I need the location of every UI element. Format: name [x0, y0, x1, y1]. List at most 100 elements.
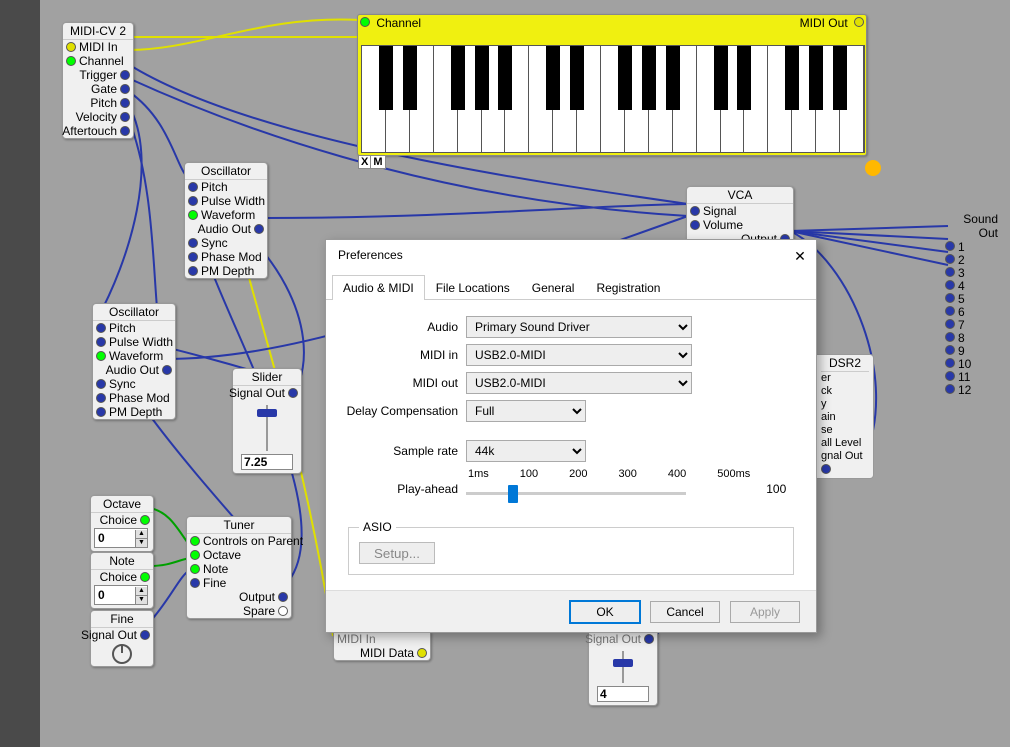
- note-choice-port[interactable]: [140, 572, 150, 582]
- tuner-note-port[interactable]: [190, 564, 200, 574]
- sound-out-port-4[interactable]: [945, 280, 955, 290]
- osc1-waveform-port[interactable]: [188, 210, 198, 220]
- dsr2-module[interactable]: DSR2 er ck y ain se all Level gnal Out: [816, 354, 874, 479]
- black-key[interactable]: [809, 46, 823, 110]
- oscillator1-module[interactable]: Oscillator Pitch Pulse Width Waveform Au…: [184, 162, 268, 279]
- black-key[interactable]: [475, 46, 489, 110]
- dsr2-signal-out-port[interactable]: [821, 464, 831, 474]
- osc1-phasemod-port[interactable]: [188, 252, 198, 262]
- black-key[interactable]: [546, 46, 560, 110]
- sound-out-port-1[interactable]: [945, 241, 955, 251]
- midi-data-port[interactable]: [417, 648, 427, 658]
- osc1-pmdepth-port[interactable]: [188, 266, 198, 276]
- ok-button[interactable]: OK: [570, 601, 640, 623]
- midicv2-gate-port[interactable]: [120, 84, 130, 94]
- sound-out-port-2[interactable]: [945, 254, 955, 264]
- osc1-pw-port[interactable]: [188, 196, 198, 206]
- keyboard-module[interactable]: Channel MIDI Out XM: [357, 14, 867, 156]
- black-key[interactable]: [714, 46, 728, 110]
- osc1-pitch-port[interactable]: [188, 182, 198, 192]
- fine-module[interactable]: Fine Signal Out: [90, 610, 154, 667]
- slider2-slider[interactable]: [603, 649, 643, 685]
- slider2-value[interactable]: 4: [597, 686, 649, 702]
- sound-out-port-11[interactable]: [945, 371, 955, 381]
- sound-out-port-10[interactable]: [945, 358, 955, 368]
- tuner-output-port[interactable]: [278, 592, 288, 602]
- midicv2-pitch-port[interactable]: [120, 98, 130, 108]
- vca-signal-port[interactable]: [690, 206, 700, 216]
- black-key[interactable]: [785, 46, 799, 110]
- midi-input-module[interactable]: MIDI In MIDI Data: [333, 632, 431, 661]
- vca-volume-port[interactable]: [690, 220, 700, 230]
- tab-audio-midi[interactable]: Audio & MIDI: [332, 275, 425, 300]
- keyboard-xm-buttons[interactable]: XM: [358, 155, 386, 169]
- black-key[interactable]: [570, 46, 584, 110]
- play-ahead-slider[interactable]: [466, 482, 686, 506]
- midicv2-midi-in-port[interactable]: [66, 42, 76, 52]
- black-key[interactable]: [642, 46, 656, 110]
- sample-rate-select[interactable]: 44k: [466, 440, 586, 462]
- osc2-waveform-port[interactable]: [96, 351, 106, 361]
- osc2-pmdepth-port[interactable]: [96, 407, 106, 417]
- midicv2-trigger-port[interactable]: [120, 70, 130, 80]
- midi-in-select[interactable]: USB2.0-MIDI: [466, 344, 692, 366]
- black-key[interactable]: [498, 46, 512, 110]
- sound-out-port-12[interactable]: [945, 384, 955, 394]
- cancel-button[interactable]: Cancel: [650, 601, 720, 623]
- slider2-module[interactable]: Signal Out 4: [588, 632, 658, 706]
- midicv2-channel-port[interactable]: [66, 56, 76, 66]
- tab-general[interactable]: General: [521, 275, 586, 300]
- black-key[interactable]: [451, 46, 465, 110]
- vca-module[interactable]: VCA Signal Volume Output: [686, 186, 794, 247]
- close-icon[interactable]: ✕: [790, 246, 810, 266]
- black-key[interactable]: [618, 46, 632, 110]
- slider1-module[interactable]: Slider Signal Out 7.25: [232, 368, 302, 474]
- midi-out-select[interactable]: USB2.0-MIDI: [466, 372, 692, 394]
- midi-cv2-module[interactable]: MIDI-CV 2 MIDI In Channel Trigger Gate P…: [62, 22, 134, 139]
- osc2-pitch-port[interactable]: [96, 323, 106, 333]
- tab-registration[interactable]: Registration: [585, 275, 671, 300]
- black-key[interactable]: [666, 46, 680, 110]
- octave-module[interactable]: Octave Choice 0 ▲▼: [90, 495, 154, 552]
- tuner-cop-port[interactable]: [190, 536, 200, 546]
- osc2-phasemod-port[interactable]: [96, 393, 106, 403]
- keyboard-keys[interactable]: [361, 45, 865, 153]
- fine-out-port[interactable]: [140, 630, 150, 640]
- osc1-audio-out-port[interactable]: [254, 224, 264, 234]
- tab-file-locations[interactable]: File Locations: [425, 275, 521, 300]
- note-value[interactable]: 0 ▲▼: [94, 585, 148, 605]
- fine-knob[interactable]: [112, 644, 132, 664]
- oscillator2-module[interactable]: Oscillator Pitch Pulse Width Waveform Au…: [92, 303, 176, 420]
- sound-out-port-5[interactable]: [945, 293, 955, 303]
- slider1-value[interactable]: 7.25: [241, 454, 293, 470]
- note-module[interactable]: Note Choice 0 ▲▼: [90, 552, 154, 609]
- keyboard-midi-out-port[interactable]: [854, 17, 864, 27]
- tuner-octave-port[interactable]: [190, 550, 200, 560]
- sound-out-port-3[interactable]: [945, 267, 955, 277]
- delay-comp-select[interactable]: Full: [466, 400, 586, 422]
- tuner-module[interactable]: Tuner Controls on Parent Octave Note Fin…: [186, 516, 292, 619]
- midicv2-aftertouch-port[interactable]: [120, 126, 130, 136]
- sound-out-port-9[interactable]: [945, 345, 955, 355]
- slider1-out-port[interactable]: [288, 388, 298, 398]
- tuner-spare-port[interactable]: [278, 606, 288, 616]
- black-key[interactable]: [737, 46, 751, 110]
- osc2-pw-port[interactable]: [96, 337, 106, 347]
- slider2-out-port[interactable]: [644, 634, 654, 644]
- audio-select[interactable]: Primary Sound Driver: [466, 316, 692, 338]
- black-key[interactable]: [379, 46, 393, 110]
- osc2-sync-port[interactable]: [96, 379, 106, 389]
- octave-choice-port[interactable]: [140, 515, 150, 525]
- tuner-fine-port[interactable]: [190, 578, 200, 588]
- octave-value[interactable]: 0 ▲▼: [94, 528, 148, 548]
- osc1-sync-port[interactable]: [188, 238, 198, 248]
- midicv2-velocity-port[interactable]: [120, 112, 130, 122]
- sound-out-port-8[interactable]: [945, 332, 955, 342]
- black-key[interactable]: [833, 46, 847, 110]
- sound-out-module[interactable]: Sound Out 123456789101112: [945, 212, 1010, 396]
- sound-out-port-7[interactable]: [945, 319, 955, 329]
- keyboard-channel-port[interactable]: [360, 17, 370, 27]
- black-key[interactable]: [403, 46, 417, 110]
- slider1-slider[interactable]: [247, 403, 287, 453]
- sound-out-port-6[interactable]: [945, 306, 955, 316]
